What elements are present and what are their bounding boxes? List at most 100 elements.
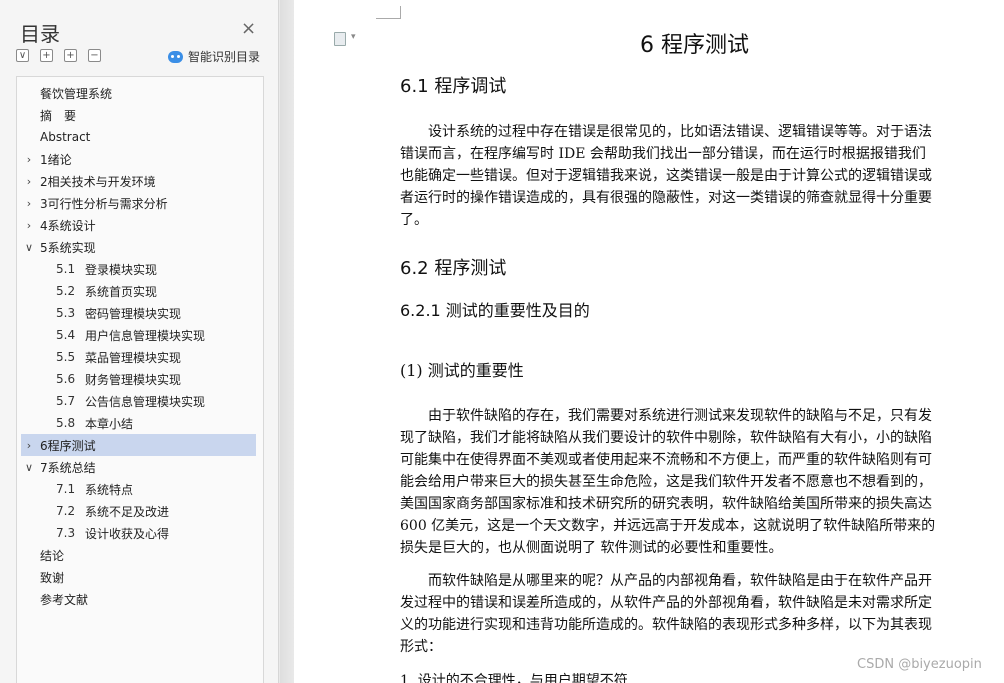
toc-item-number: 5.3 (56, 306, 76, 320)
toc-item[interactable]: 摘 要 (17, 104, 263, 126)
toc-item-number: 5.5 (56, 350, 76, 364)
subsection-heading-6-2-1: 6.2.1 测试的重要性及目的 (400, 301, 590, 320)
toc-item[interactable]: 餐饮管理系统 (17, 82, 263, 104)
section-heading-6-1: 6.1 程序调试 (400, 76, 507, 97)
text-line: 而软件缺陷是从哪里来的呢？从产品的内部视角看，软件缺陷是由于在软件产品开 (400, 573, 932, 589)
paragraph-defect-origin: 而软件缺陷是从哪里来的呢？从产品的内部视角看，软件缺陷是由于在软件产品开 发过程中… (400, 570, 1002, 658)
toc-item[interactable]: 5.6 财务管理模块实现 (17, 368, 263, 390)
toc-item[interactable]: 5.4 用户信息管理模块实现 (17, 324, 263, 346)
paragraph-debugging: 设计系统的过程中存在错误是很常见的，比如语法错误、逻辑错误等等。对于语法 错误而言… (400, 121, 1002, 231)
toc-item-number: 5.1 (56, 262, 76, 276)
toc-item[interactable]: ∨ 5系统实现 (17, 236, 263, 258)
toc-item[interactable]: 7.2 系统不足及改进 (17, 500, 263, 522)
toc-item[interactable]: 5.1 登录模块实现 (17, 258, 263, 280)
toc-item-label: 5系统实现 (40, 240, 96, 255)
sidebar-title: 目录 (20, 22, 60, 46)
toc-item-label: Abstract (40, 130, 91, 144)
text-line: 形式： (400, 639, 442, 655)
toc-item-label: 公告信息管理模块实现 (85, 394, 206, 409)
toc-item[interactable]: › 3可行性分析与需求分析 (17, 192, 263, 214)
toc-item-number: 5.6 (56, 372, 76, 386)
text-line: 错误而言，在程序编写时 IDE 会帮助我们找出一部分错误，而在运行时根据报错我们 (400, 146, 926, 162)
toc-item[interactable]: 参考文献 (17, 588, 263, 610)
page-gutter (280, 0, 294, 683)
toc-item-number: 7.1 (56, 482, 76, 496)
toc-toolbar: ∨ + + − (16, 49, 104, 62)
smart-toc-label: 智能识别目录 (188, 50, 261, 64)
toc-item-label: 致谢 (40, 570, 65, 585)
toc-item-label: 3可行性分析与需求分析 (40, 196, 168, 211)
toc-item[interactable]: 结论 (17, 544, 263, 566)
page-corner-mark (400, 6, 401, 19)
toc-item-label: 菜品管理模块实现 (85, 350, 182, 365)
toc-item[interactable]: 5.2 系统首页实现 (17, 280, 263, 302)
text-line: 美国国家商务部国家标准和技术研究所的研究表明，软件缺陷给美国所带来的损失高达 (400, 496, 932, 512)
chevron-right-icon[interactable]: › (24, 197, 34, 210)
toc-item[interactable]: Abstract (17, 126, 263, 148)
text-line: 了。 (400, 212, 428, 228)
text-line: 由于软件缺陷的存在，我们需要对系统进行测试来发现软件的缺陷与不足，只有发 (400, 408, 932, 424)
expand-all-icon[interactable]: + (40, 49, 53, 62)
toc-item-label: 7系统总结 (40, 460, 96, 475)
collapse-all-icon[interactable]: ∨ (16, 49, 29, 62)
toc-item[interactable]: 5.7 公告信息管理模块实现 (17, 390, 263, 412)
toc-item-label: 本章小结 (85, 416, 134, 431)
smart-toc-button[interactable]: 智能识别目录 (168, 48, 260, 65)
toc-item-number: 5.7 (56, 394, 76, 408)
toc-item-number: 5.4 (56, 328, 76, 342)
toc-item-number: 7.3 (56, 526, 76, 540)
toc-item-label: 4系统设计 (40, 218, 96, 233)
page-corner-mark (376, 18, 400, 19)
paragraph-importance: 由于软件缺陷的存在，我们需要对系统进行测试来发现软件的缺陷与不足，只有发 现了缺陷… (400, 405, 1002, 559)
toc-list: 餐饮管理系统摘 要 Abstract › 1绪论 › 2相关技术与开发环境 › 3可行性分析与… (16, 76, 264, 683)
text-line: 能会给用户带来巨大的损失甚至生命危险，这是我们软件开发者不愿意也不想看到的， (400, 474, 932, 490)
toc-item[interactable]: › 1绪论 (17, 148, 263, 170)
toc-item[interactable]: › 6程序测试 (21, 434, 256, 456)
chapter-title: 6 程序测试 (640, 33, 749, 58)
add-heading-icon[interactable]: + (64, 49, 77, 62)
toc-item[interactable]: 5.5 菜品管理模块实现 (17, 346, 263, 368)
text-line: 600 亿美元，这是一个天文数字，并远远高于开发成本，这就说明了软件缺陷所带来的 (400, 518, 936, 534)
chevron-down-icon[interactable]: ∨ (24, 461, 34, 474)
text-line: 现了缺陷，我们才能将缺陷从我们要设计的软件中剔除，软件缺陷有大有小，小的缺陷 (400, 430, 932, 446)
document-icon[interactable] (334, 32, 356, 46)
text-line: 设计系统的过程中存在错误是很常见的，比如语法错误、逻辑错误等等。对于语法 (400, 124, 932, 140)
toc-sidebar: 目录 × ∨ + + − 智能识别目录 餐饮管理系统摘 要 Abstract › 1绪… (0, 0, 279, 683)
robot-icon (168, 50, 183, 63)
text-line: 者运行时的操作错误造成的，具有很强的隐蔽性，对这一类错误的筛查就显得十分重要 (400, 190, 932, 206)
text-line: 损失是巨大的，也从侧面说明了 软件测试的必要性和重要性。 (400, 540, 783, 556)
chevron-right-icon[interactable]: › (24, 219, 34, 232)
toc-item-label: 用户信息管理模块实现 (85, 328, 206, 343)
toc-item[interactable]: 5.3 密码管理模块实现 (17, 302, 263, 324)
chevron-down-icon[interactable]: ∨ (24, 241, 34, 254)
close-icon[interactable]: × (241, 20, 256, 38)
toc-item[interactable]: 7.3 设计收获及心得 (17, 522, 263, 544)
text-line: 发过程中的错误和误差所造成的，从软件产品的外部视角看，软件缺陷是未对需求所定 (400, 595, 932, 611)
toc-item-number: 5.2 (56, 284, 76, 298)
toc-item-label: 密码管理模块实现 (85, 306, 182, 321)
toc-item-label: 6程序测试 (40, 438, 96, 453)
watermark: CSDN @biyezuopin (857, 657, 982, 672)
toc-item[interactable]: › 4系统设计 (17, 214, 263, 236)
toc-item-label: 设计收获及心得 (85, 526, 170, 541)
toc-item-label: 结论 (40, 548, 65, 563)
text-line: 可能集中在使得界面不美观或者使用起来不流畅和不方便上，而严重的软件缺陷则有可 (400, 452, 932, 468)
toc-item-label: 系统不足及改进 (85, 504, 170, 519)
toc-item-label: 财务管理模块实现 (85, 372, 182, 387)
remove-heading-icon[interactable]: − (88, 49, 101, 62)
chevron-right-icon[interactable]: › (24, 439, 34, 452)
toc-item[interactable]: ∨ 7系统总结 (17, 456, 263, 478)
chevron-right-icon[interactable]: › (24, 153, 34, 166)
chevron-right-icon[interactable]: › (24, 175, 34, 188)
item-heading-1: (1) 测试的重要性 (400, 361, 524, 380)
toc-item[interactable]: › 2相关技术与开发环境 (17, 170, 263, 192)
toc-item-label: 系统特点 (85, 482, 134, 497)
toc-item-label: 餐饮管理系统 (40, 86, 113, 101)
toc-item[interactable]: 致谢 (17, 566, 263, 588)
toc-item-label: 摘 要 (40, 108, 77, 123)
toc-item[interactable]: 5.8 本章小结 (17, 412, 263, 434)
toc-item[interactable]: 7.1 系统特点 (17, 478, 263, 500)
toc-item-label: 系统首页实现 (85, 284, 158, 299)
toc-item-label: 1绪论 (40, 152, 72, 167)
toc-item-number: 7.2 (56, 504, 76, 518)
